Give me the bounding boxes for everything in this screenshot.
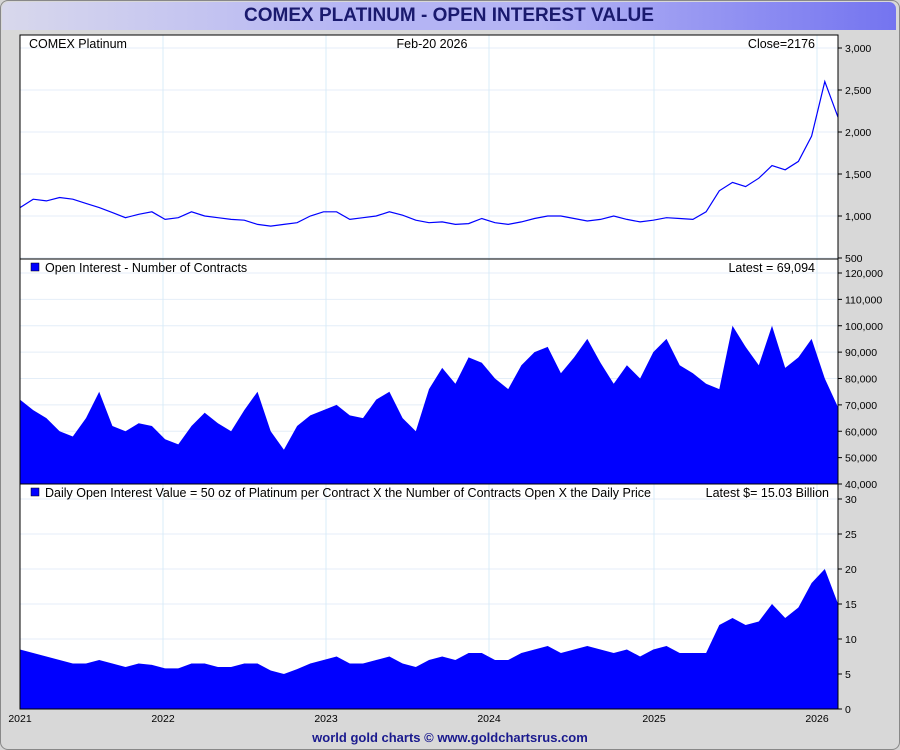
y-tick-label: 25	[845, 529, 857, 541]
y-tick-label: 60,000	[845, 426, 877, 438]
footer-credit: world gold charts © www.goldchartsrus.co…	[312, 730, 588, 745]
panel-label-center: Feb-20 2026	[397, 37, 468, 51]
panel-label-left: Daily Open Interest Value = 50 oz of Pla…	[45, 486, 651, 500]
x-tick-label: 2026	[805, 713, 829, 725]
y-tick-label: 50,000	[845, 453, 877, 465]
y-tick-label: 2,500	[845, 85, 871, 97]
y-tick-label: 3,000	[845, 43, 871, 55]
legend-swatch	[30, 262, 40, 272]
y-tick-label: 1,000	[845, 211, 871, 223]
y-tick-label: 1,500	[845, 169, 871, 181]
x-tick-label: 2021	[8, 713, 32, 725]
y-tick-label: 80,000	[845, 374, 877, 386]
y-tick-label: 30	[845, 494, 857, 506]
panel-label-left: COMEX Platinum	[29, 37, 127, 51]
x-tick-label: 2025	[642, 713, 666, 725]
y-tick-label: 100,000	[845, 321, 883, 333]
y-tick-label: 15	[845, 599, 857, 611]
y-tick-label: 40,000	[845, 479, 877, 491]
y-tick-label: 0	[845, 704, 851, 716]
y-tick-label: 2,000	[845, 127, 871, 139]
panel-label-right: Latest $= 15.03 Billion	[706, 486, 829, 500]
y-tick-label: 110,000	[845, 294, 882, 306]
panel-label-right: Latest = 69,094	[728, 261, 815, 275]
x-tick-label: 2022	[151, 713, 175, 725]
x-tick-label: 2023	[314, 713, 338, 725]
legend-swatch	[30, 487, 40, 497]
y-tick-label: 500	[845, 253, 863, 265]
chart-svg: 500 1,000 1,500 2,000 2,500 3,000 COMEX Platin…	[8, 34, 883, 725]
y-tick-label: 10	[845, 634, 857, 646]
x-tick-label: 2024	[477, 713, 501, 725]
y-tick-label: 20	[845, 564, 857, 576]
panel-label-right: Close=2176	[748, 37, 815, 51]
panel-label-left: Open Interest - Number of Contracts	[45, 261, 247, 275]
y-tick-label: 70,000	[845, 400, 877, 412]
y-tick-label: 5	[845, 669, 851, 681]
y-tick-label: 120,000	[845, 268, 883, 280]
plot-background	[20, 35, 838, 709]
y-tick-label: 90,000	[845, 347, 877, 359]
